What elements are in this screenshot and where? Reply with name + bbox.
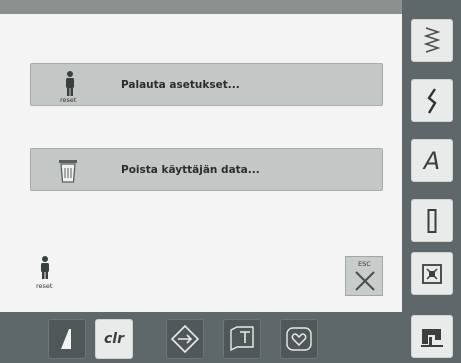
alphabet-icon: A: [423, 146, 441, 175]
favorites-button[interactable]: [280, 319, 318, 359]
reset-person-icon: reset: [49, 70, 93, 104]
reset-caption: reset: [36, 282, 53, 290]
sidebar: A: [402, 0, 461, 363]
esc-button[interactable]: ESC: [345, 256, 383, 296]
trash-bin-icon: [49, 155, 93, 187]
reset-person-icon[interactable]: reset: [30, 255, 60, 290]
setup-button[interactable]: [166, 319, 204, 359]
reset-caption: reset: [60, 96, 77, 104]
needle-stop-icon: [61, 329, 71, 349]
main-panel: reset Palauta asetukset... Poista käyttä…: [0, 0, 402, 312]
sidebar-item-quilt[interactable]: [411, 252, 453, 295]
restore-settings-button[interactable]: reset Palauta asetukset...: [30, 63, 383, 106]
delete-user-data-label: Poista käyttäjän data...: [121, 164, 260, 176]
bottom-toolbar: clr: [0, 312, 402, 363]
needle-stop-button[interactable]: [48, 319, 86, 359]
esc-label: ESC: [358, 260, 371, 268]
buttonhole-icon: [427, 208, 437, 233]
sidebar-item-buttonhole[interactable]: [411, 199, 453, 242]
sewing-machine-icon: [421, 328, 443, 347]
zigzag-stitch-icon: [423, 26, 441, 53]
top-strip: [0, 0, 402, 14]
clear-button[interactable]: clr: [95, 319, 133, 359]
heart-icon: [286, 327, 312, 351]
quilt-stitch-icon: [422, 263, 442, 284]
clear-label: clr: [103, 331, 124, 347]
sidebar-item-decorative-stitch[interactable]: [411, 79, 453, 122]
tutorial-book-icon: [230, 326, 254, 352]
decorative-stitch-icon: [427, 87, 437, 114]
sidebar-item-sewing-machine[interactable]: [411, 315, 453, 358]
sidebar-item-alphabet[interactable]: A: [411, 139, 453, 182]
tutorial-button[interactable]: [223, 319, 261, 359]
delete-user-data-button[interactable]: Poista käyttäjän data...: [30, 148, 383, 191]
setup-diamond-icon: [170, 324, 200, 354]
sidebar-item-zigzag-stitch[interactable]: [411, 19, 453, 62]
close-x-icon: [355, 271, 375, 291]
restore-settings-label: Palauta asetukset...: [121, 79, 240, 91]
